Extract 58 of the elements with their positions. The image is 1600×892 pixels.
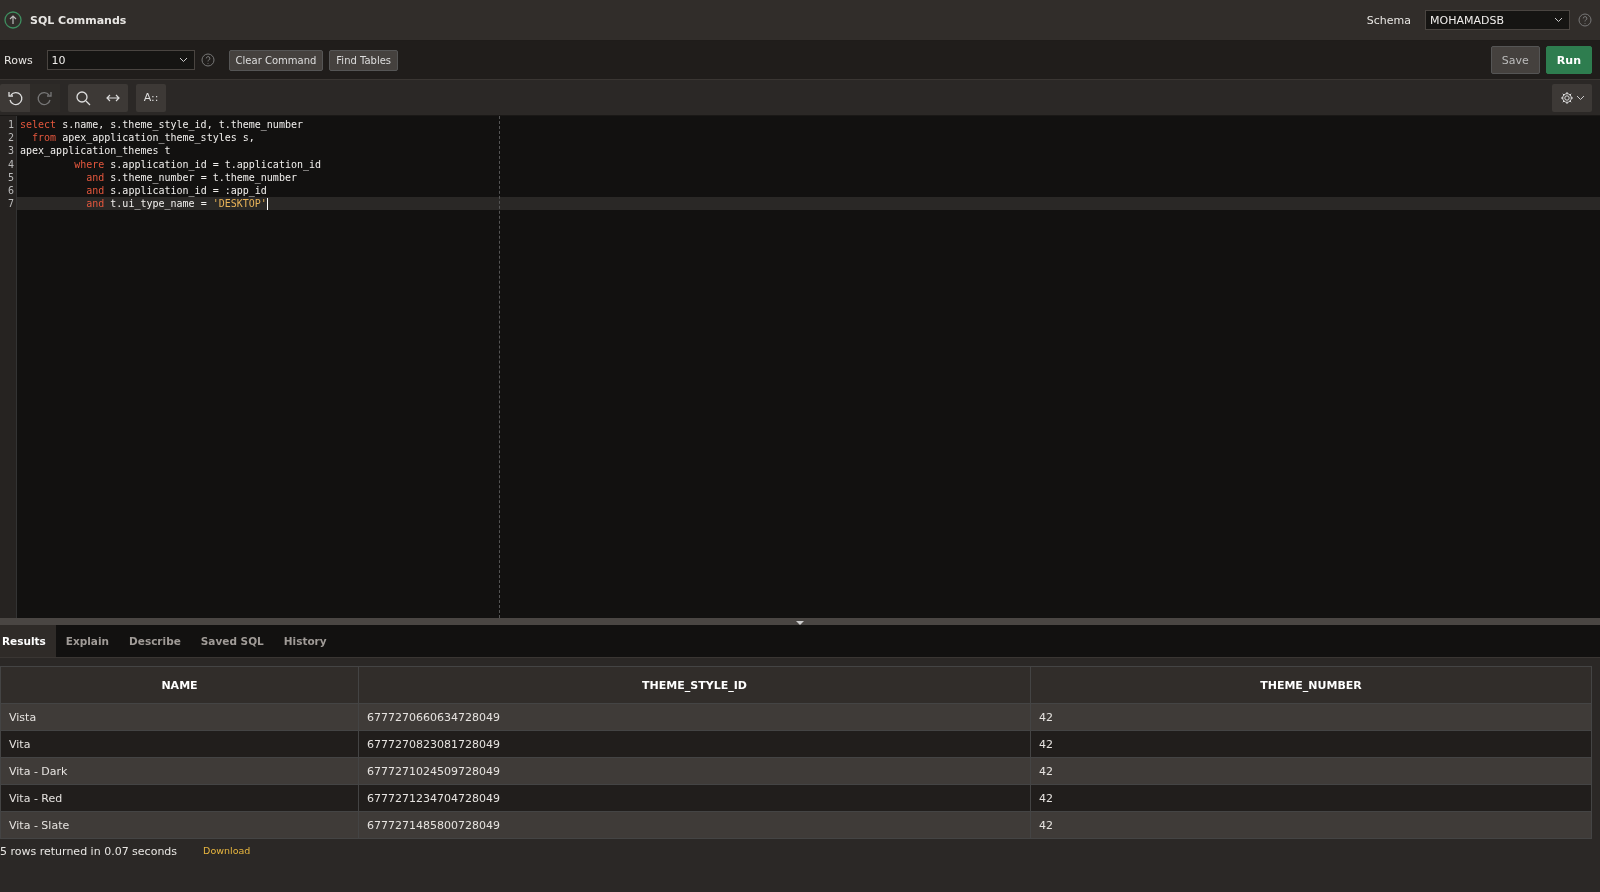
search-icon (75, 89, 91, 106)
table-cell: 6777271234704728049 (358, 784, 1031, 812)
code-line: from apex_application_theme_styles s, (31, 131, 256, 145)
table-cell: 42 (1030, 811, 1592, 839)
table-cell: Vista (0, 703, 359, 731)
line-number: 6 (6, 183, 15, 198)
table-cell: 42 (1030, 784, 1592, 812)
chevron-down-icon (178, 57, 188, 63)
code-line: and s.theme_number = t.theme_number (85, 171, 298, 184)
table-cell: Vita - Red (0, 784, 359, 812)
settings-icon (1559, 90, 1574, 105)
table-cell: Vita (0, 730, 359, 758)
line-number: 3 (6, 144, 15, 158)
result-tab[interactable]: Results (0, 625, 56, 657)
code-line: apex_application_themes t (19, 144, 172, 158)
table-cell: 42 (1030, 703, 1592, 731)
save-button[interactable]: Save (1490, 46, 1540, 74)
line-number: 5 (6, 170, 15, 184)
table-cell: 6777270660634728049 (358, 703, 1031, 731)
format-button[interactable]: A:: (136, 83, 166, 112)
status-message: 5 rows returned in 0.07 seconds (0, 845, 178, 858)
chevron-down-icon (1554, 17, 1563, 23)
code-line: and s.application_id = :app_id (85, 184, 268, 198)
schema-label: Schema (1366, 13, 1411, 27)
table-cell: 6777271024509728049 (358, 757, 1031, 785)
table-cell: Vita - Dark (0, 757, 359, 785)
run-button[interactable]: Run (1545, 46, 1592, 74)
table-cell: 42 (1030, 730, 1592, 758)
table-cell: Vita - Slate (0, 811, 359, 839)
table-cell: 6777270823081728049 (358, 730, 1031, 758)
code-line: select s.name, s.theme_style_id, t.theme_number (19, 118, 304, 132)
result-tab[interactable]: Explain (55, 625, 120, 657)
table-cell: 42 (1030, 757, 1592, 785)
result-tab[interactable]: Saved SQL (190, 625, 274, 657)
rows-select[interactable]: 10 (46, 50, 195, 70)
double-arrow-icon (105, 92, 121, 103)
undo-icon (7, 89, 23, 106)
help-icon (200, 53, 215, 67)
line-number: 7 (6, 197, 15, 211)
find-tables-button[interactable]: Find Tables (329, 49, 399, 71)
result-tab[interactable]: History (273, 625, 337, 657)
help-icon (1578, 13, 1592, 27)
column-header: THEME_STYLE_ID (358, 666, 1031, 704)
clear-command-button[interactable]: Clear Command (228, 49, 324, 71)
line-number: 2 (6, 131, 15, 145)
line-number: 4 (6, 157, 15, 171)
code-line: where s.application_id = t.application_id (73, 157, 323, 171)
redo-icon (37, 89, 53, 106)
line-number: 1 (6, 118, 15, 132)
schema-select[interactable]: MOHAMADSB (1425, 10, 1570, 30)
chevron-down-icon (1575, 94, 1585, 101)
column-header: NAME (0, 666, 359, 704)
column-header: THEME_NUMBER (1030, 666, 1592, 704)
table-cell: 6777271485800728049 (358, 811, 1031, 839)
download-link[interactable]: Download (203, 845, 251, 858)
result-tab[interactable]: Describe (119, 625, 191, 657)
rows-label: Rows (4, 53, 33, 67)
page-title: SQL Commands (30, 13, 127, 27)
